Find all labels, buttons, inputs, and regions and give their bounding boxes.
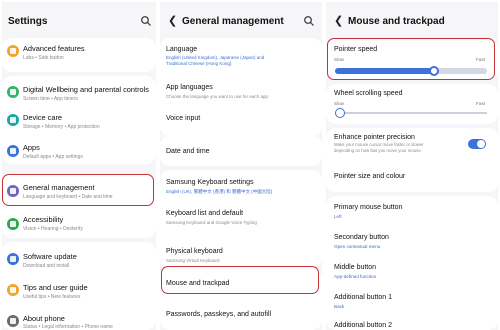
additional-button-1-label[interactable]: Additional button 1 — [334, 294, 392, 301]
general-management-panel: ❮ General management Language English (U… — [160, 2, 322, 330]
settings-item-subtitle: Vision • Hearing • Dexterity — [23, 226, 83, 232]
passwords-autofill-item[interactable]: Passwords, passkeys, and autofill — [166, 311, 271, 318]
enhance-precision-toggle[interactable] — [468, 139, 486, 149]
enhance-precision-desc-2: depending on how fast you move your mous… — [334, 148, 422, 153]
search-icon[interactable] — [303, 15, 315, 27]
highlight-mouse-trackpad — [161, 266, 319, 294]
accessibility-icon — [7, 218, 19, 230]
highlight-pointer-speed — [327, 38, 495, 80]
language-item[interactable]: Language — [166, 46, 197, 53]
middle-button-value: App-defined function — [334, 274, 377, 279]
keyboard-list-item[interactable]: Keyboard list and default — [166, 210, 243, 217]
search-icon[interactable] — [140, 15, 152, 27]
settings-item-subtitle: Storage • Memory • App protection — [23, 124, 100, 130]
settings-item-title: Software update — [23, 252, 77, 261]
back-arrow-icon[interactable]: ❮ — [334, 14, 343, 27]
about-phone-icon — [7, 315, 19, 327]
physical-keyboard-desc: Samsung Virtual Keyboard — [166, 258, 220, 263]
settings-item-title: Device care — [23, 113, 63, 122]
additional-button-1-value: Back — [334, 304, 345, 309]
keyboard-list-desc: Samsung Keyboard and Google Voice Typing — [166, 220, 257, 225]
settings-item-digital-wellbeing[interactable]: Digital Wellbeing and parental controls … — [2, 76, 156, 104]
settings-item-device-care[interactable]: Device care Storage • Memory • App prote… — [2, 104, 156, 134]
buttons-card: Primary mouse button Left Secondary butt… — [326, 196, 498, 330]
settings-item-tips[interactable]: Tips and user guide Useful tips • New fe… — [2, 272, 156, 302]
wheel-speed-fast: Fast — [476, 101, 485, 106]
middle-button-label[interactable]: Middle button — [334, 264, 376, 271]
settings-item-subtitle: Status • Legal information • Phone name — [23, 324, 113, 330]
general-group-3: Samsung Keyboard settings English (UK), … — [160, 170, 322, 268]
apps-icon — [7, 145, 19, 157]
language-value-2: Traditional Chinese (Hong Kong) — [166, 61, 232, 66]
physical-keyboard-item[interactable]: Physical keyboard — [166, 248, 223, 255]
general-group-2: Date and time — [160, 136, 322, 166]
secondary-button-label[interactable]: Secondary button — [334, 234, 389, 241]
voice-input-item[interactable]: Voice input — [166, 115, 200, 122]
advanced-features-icon — [7, 45, 19, 57]
software-update-icon — [7, 253, 19, 265]
wheel-speed-label: Wheel scrolling speed — [334, 90, 403, 97]
settings-item-subtitle: Useful tips • New features — [23, 294, 81, 300]
settings-item-subtitle: Default apps • App settings — [23, 154, 83, 160]
settings-title: Settings — [8, 16, 48, 27]
settings-item-title: About phone — [23, 314, 65, 323]
device-care-icon — [7, 114, 19, 126]
settings-item-title: Apps — [23, 143, 40, 152]
general-management-title: General management — [182, 16, 284, 27]
primary-button-label[interactable]: Primary mouse button — [334, 204, 402, 211]
digital-wellbeing-icon — [7, 86, 19, 98]
tips-icon — [7, 284, 19, 296]
settings-item-accessibility[interactable]: Accessibility Vision • Hearing • Dexteri… — [2, 208, 156, 238]
additional-button-2-label[interactable]: Additional button 2 — [334, 322, 392, 329]
wheel-speed-slider[interactable] — [335, 108, 487, 118]
secondary-button-value: Open contextual menu — [334, 244, 381, 249]
pointer-size-colour-item[interactable]: Pointer size and colour — [334, 173, 405, 180]
settings-group-4: Software update Download and install Tip… — [2, 242, 156, 330]
enhance-card: Enhance pointer precision Make your mous… — [326, 128, 498, 192]
toggle-knob — [477, 140, 485, 148]
settings-group-1: Advanced features Labs • Side button — [2, 38, 156, 72]
highlight-general-management — [2, 174, 154, 206]
wheel-speed-slow: Slow — [334, 101, 344, 106]
settings-item-subtitle: Download and install — [23, 263, 70, 269]
settings-item-about-phone[interactable]: About phone Status • Legal information •… — [2, 302, 156, 330]
mouse-trackpad-panel: ❮ Mouse and trackpad Pointer speed Slow … — [326, 2, 498, 330]
back-arrow-icon[interactable]: ❮ — [168, 14, 177, 27]
enhance-precision-label: Enhance pointer precision — [334, 134, 415, 141]
date-time-item[interactable]: Date and time — [166, 148, 210, 155]
settings-item-title: Advanced features — [23, 44, 85, 53]
primary-button-value: Left — [334, 214, 342, 219]
settings-item-subtitle: Labs • Side button — [23, 55, 64, 61]
settings-item-title: Tips and user guide — [23, 283, 88, 292]
wheel-speed-thumb[interactable] — [335, 108, 345, 118]
samsung-keyboard-value: English (UK), 繁體中文 (香港) 和 簡體中文 (中國大陸) — [166, 189, 273, 194]
settings-item-advanced-features[interactable]: Advanced features Labs • Side button — [2, 38, 156, 72]
general-group-1: Language English (United Kingdom), Japan… — [160, 38, 322, 136]
wheel-speed-card: Wheel scrolling speed Slow Fast — [326, 84, 498, 124]
settings-group-2: Digital Wellbeing and parental controls … — [2, 76, 156, 164]
app-languages-item[interactable]: App languages — [166, 84, 213, 91]
settings-item-subtitle: Screen time • App timers — [23, 96, 78, 102]
settings-panel: Settings Advanced features Labs • Side b… — [2, 2, 156, 330]
app-languages-desc: Choose the language you want to use for … — [166, 94, 270, 99]
settings-item-software-update[interactable]: Software update Download and install — [2, 242, 156, 272]
settings-item-apps[interactable]: Apps Default apps • App settings — [2, 134, 156, 164]
samsung-keyboard-item[interactable]: Samsung Keyboard settings — [166, 179, 254, 186]
settings-item-title: Accessibility — [23, 215, 64, 224]
mouse-trackpad-title: Mouse and trackpad — [348, 16, 445, 27]
settings-item-title: Digital Wellbeing and parental controls — [23, 85, 149, 94]
